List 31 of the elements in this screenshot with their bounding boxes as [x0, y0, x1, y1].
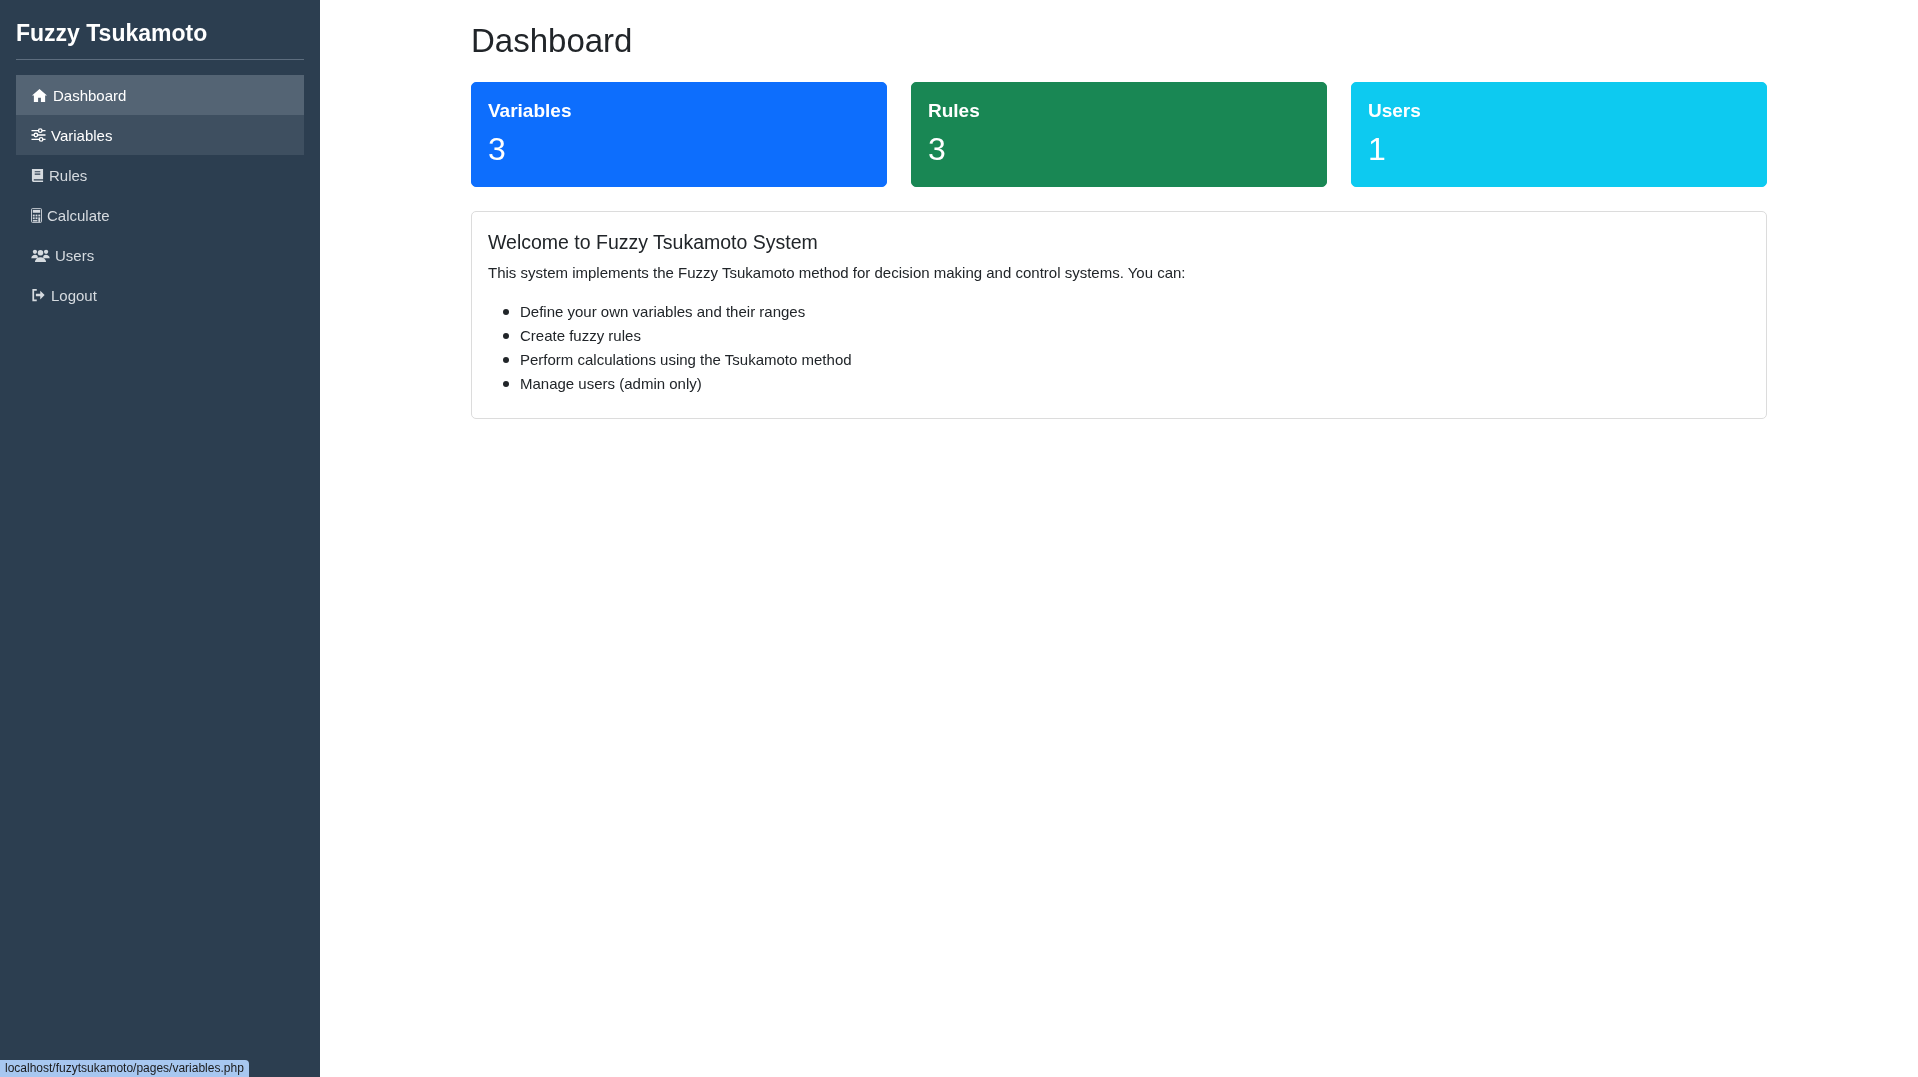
home-icon — [31, 87, 48, 103]
sidebar-item[interactable]: Logout — [16, 275, 304, 315]
welcome-title: Welcome to Fuzzy Tsukamoto System — [488, 230, 819, 254]
stat-value: 3 — [488, 130, 507, 169]
bullet-icon — [503, 309, 509, 315]
stat-label: Rules — [928, 99, 981, 123]
bullet-icon — [503, 381, 509, 387]
bullet-icon — [503, 333, 509, 339]
feature-list-item: Perform calculations using the Tsukamoto method — [520, 350, 852, 370]
stat-value: 3 — [928, 130, 947, 169]
brand-title: Fuzzy Tsukamoto — [16, 19, 209, 47]
calculator-icon — [31, 207, 42, 223]
feature-list-item: Manage users (admin only) — [520, 374, 702, 394]
stat-value: 1 — [1368, 130, 1387, 169]
feature-list-item: Create fuzzy rules — [520, 326, 641, 346]
sidebar-item[interactable]: Calculate — [16, 195, 304, 235]
page-title: Dashboard — [471, 21, 634, 61]
feature-list-item: Define your own variables and their ranges — [520, 302, 806, 322]
bullet-icon — [503, 357, 509, 363]
sidebar-item[interactable]: Variables — [16, 115, 304, 155]
sidebar-item[interactable]: Users — [16, 235, 304, 275]
welcome-text: This system implements the Fuzzy Tsukamoto method for decision making and control systems. You can: — [488, 263, 1187, 283]
status-bar-url: localhost/fuzytsukamoto/pages/variables.php — [0, 1060, 249, 1077]
sidebar-item[interactable]: Dashboard — [16, 75, 304, 115]
sidebar-item[interactable]: Rules — [16, 155, 304, 195]
sliders-icon — [31, 128, 46, 142]
book-icon — [31, 167, 44, 183]
users-icon — [31, 248, 50, 262]
stat-label: Users — [1368, 99, 1422, 123]
logout-icon — [31, 288, 46, 302]
stat-label: Variables — [488, 99, 573, 123]
